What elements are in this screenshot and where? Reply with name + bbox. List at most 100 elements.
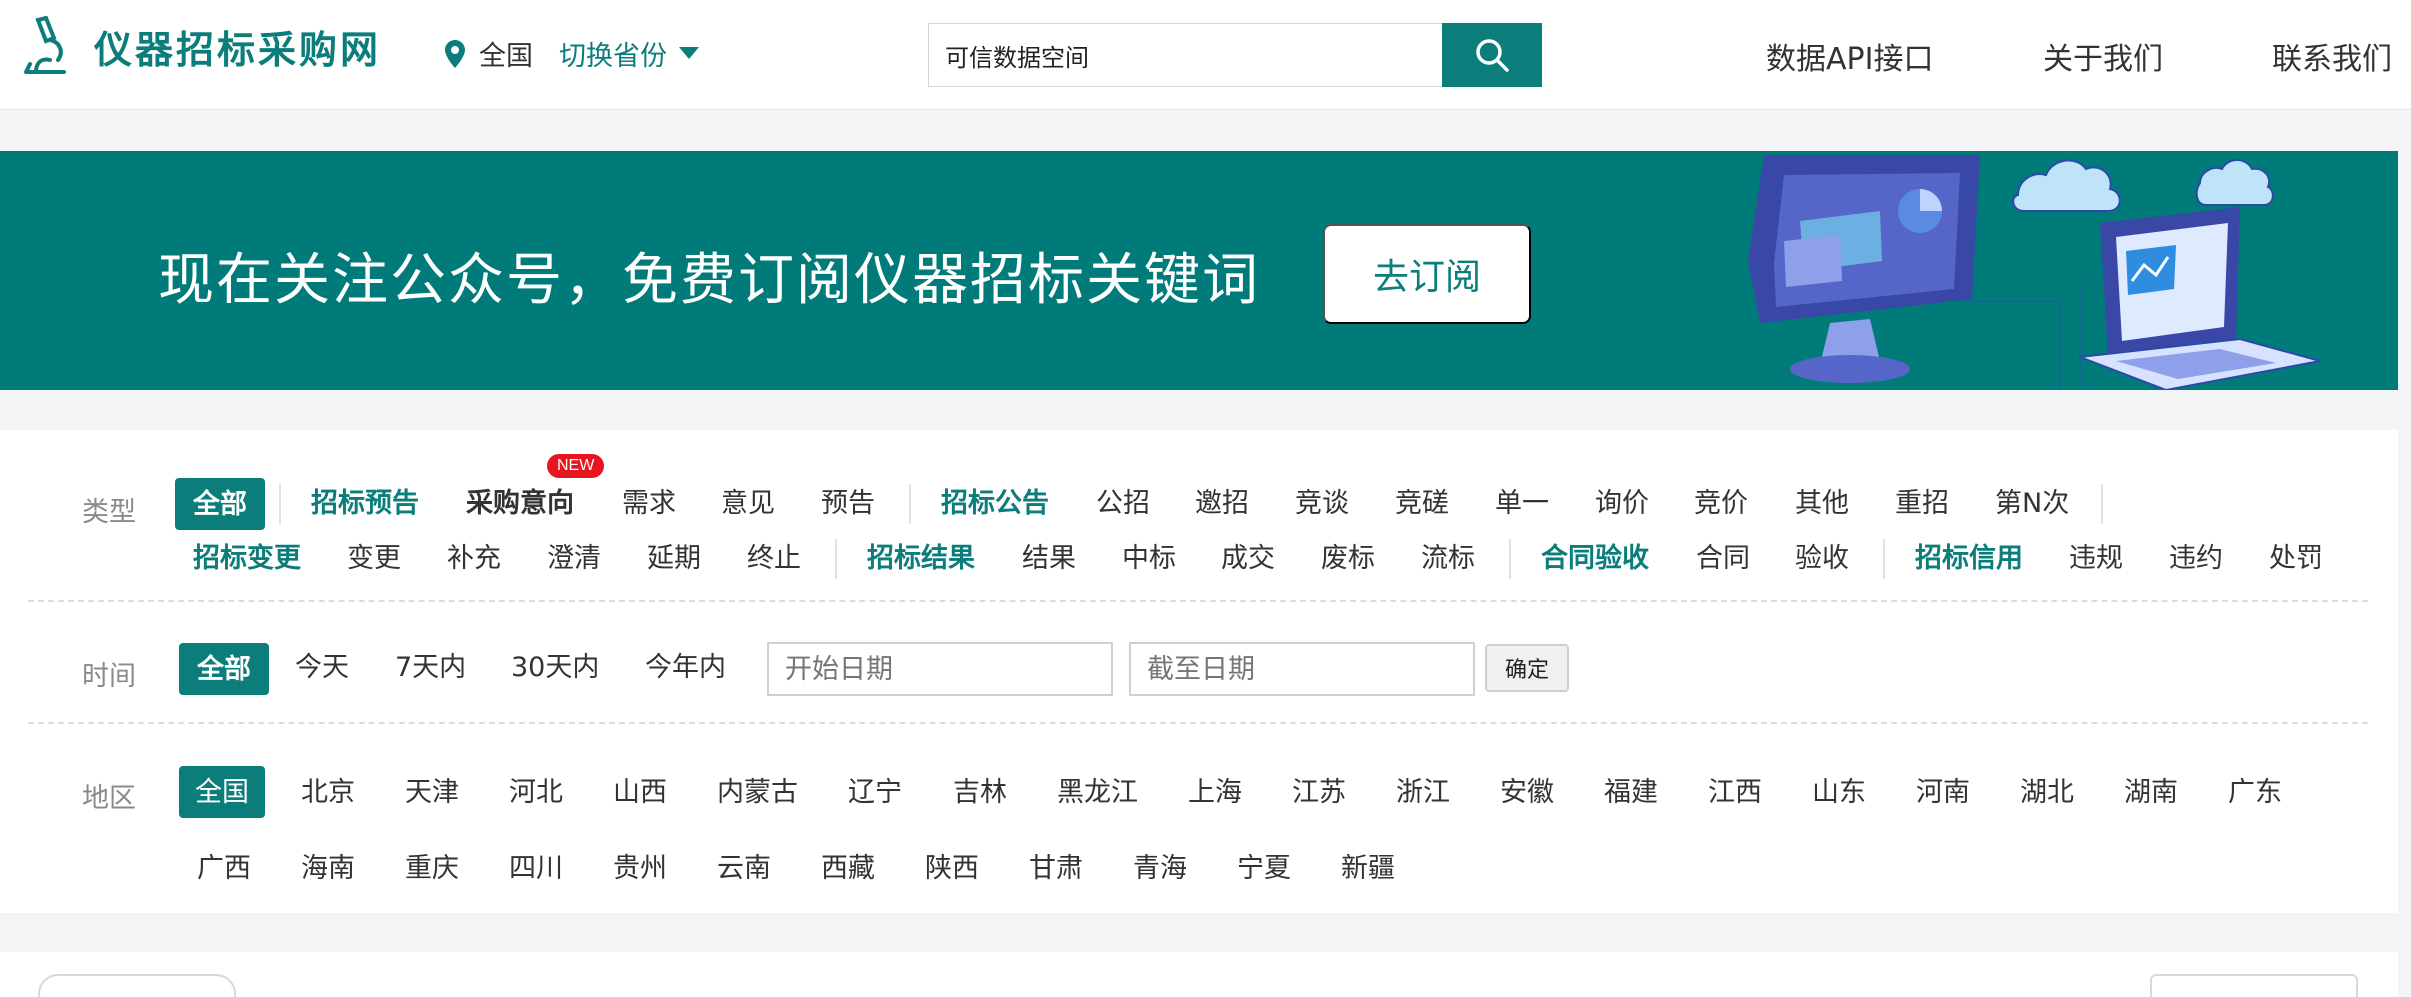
region-item[interactable]: 甘肃 [1029, 855, 1083, 882]
region-item[interactable]: 福建 [1604, 779, 1658, 806]
type-penalty[interactable]: 处罚 [2269, 545, 2323, 572]
type-purchase-intent[interactable]: 采购意向 [466, 490, 574, 517]
type-violation[interactable]: 违规 [2069, 545, 2123, 572]
region-item[interactable]: 内蒙古 [717, 779, 798, 806]
type-bid-credit[interactable]: 招标信用 [1915, 545, 2023, 572]
cloud-icon [2012, 159, 2274, 212]
search-input[interactable] [928, 23, 1442, 87]
time-all[interactable]: 全部 [179, 643, 269, 695]
current-location: 全国 [479, 41, 533, 72]
region-item[interactable]: 四川 [509, 855, 563, 882]
type-nth[interactable]: 第N次 [1995, 490, 2069, 517]
laptop-icon [2079, 207, 2321, 390]
microscope-icon [24, 16, 66, 74]
search-button[interactable] [1442, 23, 1542, 87]
search-mode-toggle[interactable] [38, 974, 236, 997]
type-void[interactable]: 废标 [1321, 545, 1375, 572]
type-result[interactable]: 结果 [1022, 545, 1076, 572]
header: 仪器招标采购网 全国 切换省份 数据API接口 关于我们 联系我们 [0, 0, 2411, 110]
type-contract[interactable]: 合同 [1696, 545, 1750, 572]
region-item[interactable]: 浙江 [1396, 779, 1450, 806]
region-item[interactable]: 河南 [1916, 779, 1970, 806]
region-item[interactable]: 西藏 [821, 855, 875, 882]
subscribe-button[interactable]: 去订阅 [1323, 224, 1531, 324]
type-inquiry[interactable]: 询价 [1595, 490, 1649, 517]
region-item[interactable]: 辽宁 [848, 779, 902, 806]
end-date-input[interactable] [1129, 642, 1475, 696]
results-card [0, 952, 2398, 997]
type-acceptance[interactable]: 验收 [1795, 545, 1849, 572]
type-notice[interactable]: 预告 [821, 490, 875, 517]
type-won[interactable]: 中标 [1122, 545, 1176, 572]
region-all[interactable]: 全国 [179, 766, 265, 818]
region-item[interactable]: 安徽 [1500, 779, 1554, 806]
region-item[interactable]: 天津 [405, 779, 459, 806]
nav-api[interactable]: 数据API接口 [1766, 34, 1933, 78]
start-date-input[interactable] [767, 642, 1113, 696]
type-extend[interactable]: 延期 [647, 545, 701, 572]
confirm-button[interactable]: 确定 [1485, 644, 1569, 692]
sort-select[interactable] [2150, 974, 2358, 997]
type-terminate[interactable]: 终止 [747, 545, 801, 572]
type-consultation[interactable]: 竞磋 [1395, 490, 1449, 517]
region-item[interactable]: 湖北 [2020, 779, 2074, 806]
region-item[interactable]: 云南 [717, 855, 771, 882]
region-item[interactable]: 新疆 [1341, 855, 1395, 882]
region-item[interactable]: 广东 [2228, 779, 2282, 806]
region-item[interactable]: 江西 [1708, 779, 1762, 806]
switch-province-button[interactable]: 切换省份 [559, 34, 713, 73]
type-change[interactable]: 变更 [347, 545, 401, 572]
type-breach[interactable]: 违约 [2169, 545, 2223, 572]
time-today[interactable]: 今天 [295, 654, 349, 681]
region-item[interactable]: 广西 [197, 855, 251, 882]
region-item[interactable]: 河北 [509, 779, 563, 806]
type-all[interactable]: 全部 [175, 478, 265, 530]
type-single-source[interactable]: 单一 [1495, 490, 1549, 517]
divider [279, 484, 281, 524]
region-item[interactable]: 贵州 [613, 855, 667, 882]
type-deal[interactable]: 成交 [1221, 545, 1275, 572]
region-item[interactable]: 海南 [301, 855, 355, 882]
divider [1883, 539, 1885, 579]
nav-about[interactable]: 关于我们 [2043, 34, 2163, 78]
location-pin-icon [445, 39, 465, 68]
type-negotiation[interactable]: 竞谈 [1295, 490, 1349, 517]
type-other[interactable]: 其他 [1795, 490, 1849, 517]
time-label: 时间 [82, 661, 136, 692]
region-item[interactable]: 上海 [1188, 779, 1242, 806]
type-bid-change[interactable]: 招标变更 [193, 545, 301, 572]
type-demand[interactable]: 需求 [622, 490, 676, 517]
time-30days[interactable]: 30天内 [511, 654, 599, 681]
region-item[interactable]: 北京 [301, 779, 355, 806]
time-7days[interactable]: 7天内 [395, 654, 466, 681]
time-this-year[interactable]: 今年内 [645, 654, 726, 681]
region-item[interactable]: 山西 [613, 779, 667, 806]
type-opinion[interactable]: 意见 [721, 490, 775, 517]
type-bid-forecast[interactable]: 招标预告 [311, 490, 419, 517]
region-item[interactable]: 陕西 [925, 855, 979, 882]
nav-contact[interactable]: 联系我们 [2272, 34, 2392, 78]
region-item[interactable]: 江苏 [1292, 779, 1346, 806]
type-invited-bid[interactable]: 邀招 [1195, 490, 1249, 517]
type-public-bid[interactable]: 公招 [1096, 490, 1150, 517]
region-item[interactable]: 吉林 [953, 779, 1007, 806]
type-bidding[interactable]: 竞价 [1694, 490, 1748, 517]
divider [28, 722, 2368, 724]
region-item[interactable]: 宁夏 [1237, 855, 1291, 882]
logo[interactable]: 仪器招标采购网 [20, 16, 381, 76]
region-item[interactable]: 黑龙江 [1057, 779, 1138, 806]
type-failed[interactable]: 流标 [1421, 545, 1475, 572]
region-item[interactable]: 山东 [1812, 779, 1866, 806]
region-item[interactable]: 湖南 [2124, 779, 2178, 806]
divider [2101, 484, 2103, 524]
type-supplement[interactable]: 补充 [447, 545, 501, 572]
subscribe-banner: 现在关注公众号，免费订阅仪器招标关键词 去订阅 [0, 151, 2398, 390]
type-rebid[interactable]: 重招 [1895, 490, 1949, 517]
region-item[interactable]: 重庆 [405, 855, 459, 882]
type-bid-announcement[interactable]: 招标公告 [941, 490, 1049, 517]
region-item[interactable]: 青海 [1133, 855, 1187, 882]
location-selector[interactable]: 全国 切换省份 [445, 34, 713, 73]
type-clarify[interactable]: 澄清 [547, 545, 601, 572]
type-bid-result[interactable]: 招标结果 [867, 545, 975, 572]
type-contract-acceptance[interactable]: 合同验收 [1541, 545, 1649, 572]
